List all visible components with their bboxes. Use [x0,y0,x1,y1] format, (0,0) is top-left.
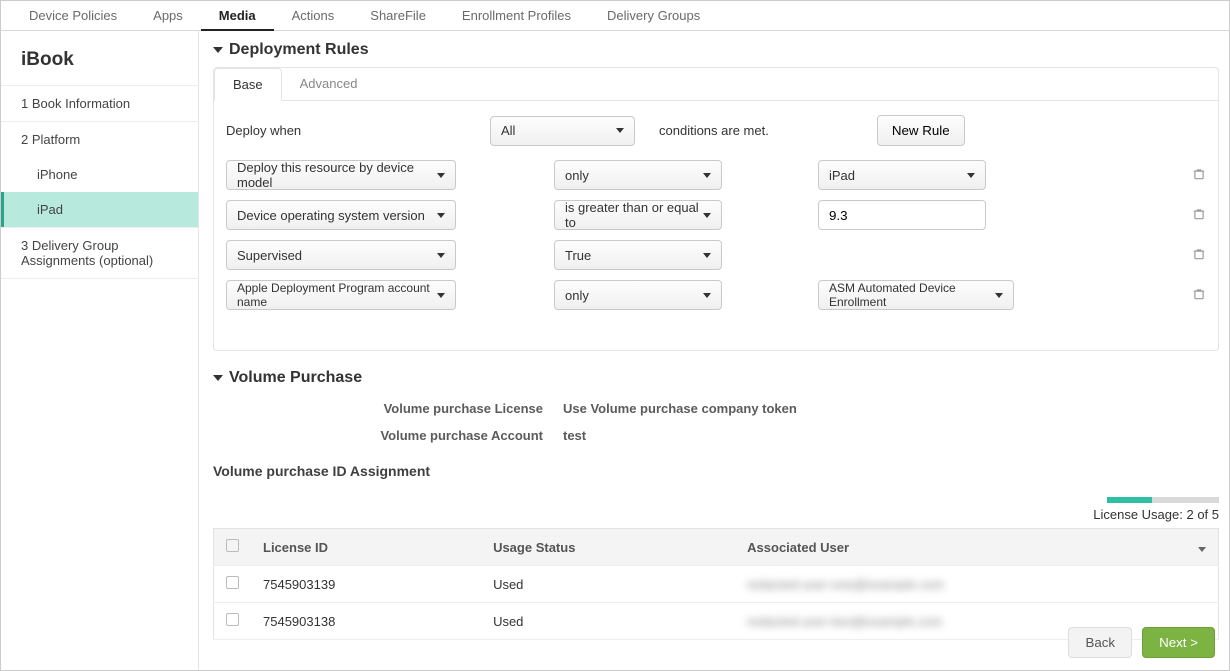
sidebar-title: iBook [1,31,198,85]
tab-base[interactable]: Base [214,68,282,101]
caret-down-icon [213,47,223,53]
volume-purchase-info: Volume purchase License Use Volume purch… [213,401,1219,443]
chevron-down-icon [703,173,711,178]
chevron-down-icon [437,293,445,298]
sidebar-item-iphone[interactable]: iPhone [1,157,198,192]
rule2-field-value: Device operating system version [237,208,425,223]
rule2-op[interactable]: is greater than or equal to [554,200,722,230]
cell-license-id: 7545903138 [251,603,481,640]
sidebar-item-book-info[interactable]: 1 Book Information [1,85,198,121]
rule3-op[interactable]: True [554,240,722,270]
cell-usage-status: Used [481,603,735,640]
new-rule-button[interactable]: New Rule [877,115,965,146]
nav-actions[interactable]: Actions [274,1,353,31]
vp-license-label: Volume purchase License [213,401,543,416]
license-table: License ID Usage Status Associated User … [213,528,1219,640]
next-button[interactable]: Next > [1142,627,1215,658]
cell-associated-user: redacted-user-one@example.com [747,577,944,592]
volume-purchase-title: Volume Purchase [229,369,362,387]
main-content: Deployment Rules Base Advanced Deploy wh… [199,31,1229,670]
rule4-value[interactable]: ASM Automated Device Enrollment [818,280,1014,310]
nav-device-policies[interactable]: Device Policies [11,1,135,31]
rule2-op-value: is greater than or equal to [565,200,703,230]
vp-license-value: Use Volume purchase company token [563,401,797,416]
rule3-op-value: True [565,248,591,263]
sidebar: iBook 1 Book Information 2 Platform iPho… [1,31,199,670]
tab-advanced[interactable]: Advanced [282,68,376,100]
rule1-value[interactable]: iPad [818,160,986,190]
nav-media[interactable]: Media [201,1,274,31]
footer-actions: Back Next > [1068,627,1215,658]
row-checkbox[interactable] [226,576,239,589]
sidebar-item-delivery-groups[interactable]: 3 Delivery Group Assignments (optional) [1,227,198,279]
license-usage-text: License Usage: 2 of 5 [213,507,1219,522]
license-usage-bar [213,497,1219,503]
deployment-rules-title: Deployment Rules [229,41,369,59]
sidebar-item-platform[interactable]: 2 Platform [1,121,198,157]
rule1-delete-icon[interactable] [1192,167,1206,184]
rule2-delete-icon[interactable] [1192,207,1206,224]
vp-id-assignment-heading: Volume purchase ID Assignment [213,463,1219,479]
col-usage-status[interactable]: Usage Status [481,529,735,566]
nav-apps[interactable]: Apps [135,1,201,31]
nav-sharefile[interactable]: ShareFile [352,1,444,31]
rule3-field-value: Supervised [237,248,302,263]
chevron-down-icon [995,293,1003,298]
rule4-delete-icon[interactable] [1192,287,1206,304]
row-checkbox[interactable] [226,613,239,626]
chevron-down-icon [616,128,624,133]
back-button[interactable]: Back [1068,627,1132,658]
rule1-op[interactable]: only [554,160,722,190]
nav-enrollment-profiles[interactable]: Enrollment Profiles [444,1,589,31]
rule3-field[interactable]: Supervised [226,240,456,270]
table-row[interactable]: 7545903139 Used redacted-user-one@exampl… [214,566,1219,603]
chevron-down-icon [703,213,711,218]
rule3-delete-icon[interactable] [1192,247,1206,264]
chevron-down-icon [703,293,711,298]
rule1-value-text: iPad [829,168,855,183]
rules-tabbar: Base Advanced [214,68,1218,101]
deploy-when-value: All [501,123,515,138]
chevron-down-icon [437,213,445,218]
chevron-down-icon [967,173,975,178]
expand-column-toggle[interactable] [1186,529,1219,566]
rule2-field[interactable]: Device operating system version [226,200,456,230]
deploy-when-row: Deploy when All conditions are met. New … [226,115,1206,146]
license-usage-fill [1107,497,1152,503]
conditions-met-label: conditions are met. [659,123,769,138]
select-all-checkbox[interactable] [226,539,239,552]
vp-account-label: Volume purchase Account [213,428,543,443]
chevron-down-icon [437,253,445,258]
volume-purchase-heading[interactable]: Volume Purchase [213,369,1219,387]
chevron-down-icon [1198,547,1206,552]
top-nav: Device Policies Apps Media Actions Share… [1,1,1229,31]
rule1-field-value: Deploy this resource by device model [237,160,437,190]
cell-associated-user: redacted-user-two@example.com [747,614,942,629]
rule4-field[interactable]: Apple Deployment Program account name [226,280,456,310]
nav-delivery-groups[interactable]: Delivery Groups [589,1,718,31]
deployment-rules-panel: Base Advanced Deploy when All conditions… [213,67,1219,351]
rules-grid: Deploy this resource by device model onl… [226,160,1206,310]
rule1-field[interactable]: Deploy this resource by device model [226,160,456,190]
col-license-id[interactable]: License ID [251,529,481,566]
chevron-down-icon [703,253,711,258]
sidebar-item-ipad[interactable]: iPad [1,192,198,227]
deploy-when-selector[interactable]: All [490,116,635,146]
rule1-op-value: only [565,168,589,183]
col-associated-user[interactable]: Associated User [735,529,1186,566]
cell-usage-status: Used [481,566,735,603]
deployment-rules-heading[interactable]: Deployment Rules [213,41,1219,59]
caret-down-icon [213,375,223,381]
vp-account-value: test [563,428,586,443]
rule4-field-value: Apple Deployment Program account name [237,281,437,309]
rule4-op-value: only [565,288,589,303]
rule4-op[interactable]: only [554,280,722,310]
rule2-value-input[interactable] [818,200,986,230]
cell-license-id: 7545903139 [251,566,481,603]
deploy-when-label: Deploy when [226,123,476,138]
rule4-value-text: ASM Automated Device Enrollment [829,281,995,309]
chevron-down-icon [437,173,445,178]
